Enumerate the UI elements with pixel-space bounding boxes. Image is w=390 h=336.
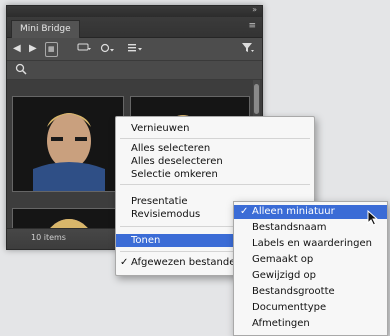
menu-item-deselect-all[interactable]: Alles deselecteren — [116, 155, 314, 168]
collapse-panel-button[interactable]: » — [252, 5, 257, 14]
sort-icon[interactable] — [127, 42, 143, 55]
submenu-item-thumbnail-only[interactable]: ✓ Alleen miniatuur — [234, 205, 387, 219]
tab-mini-bridge[interactable]: Mini Bridge — [11, 20, 80, 38]
submenu-item-document-type[interactable]: Documenttype — [234, 301, 387, 315]
menu-separator — [120, 184, 310, 185]
submenu-item-dimensions[interactable]: Afmetingen — [234, 317, 387, 331]
back-arrow-icon[interactable]: ◀ — [13, 42, 21, 55]
filter-funnel-icon[interactable] — [241, 42, 255, 55]
thumbnail-item[interactable] — [12, 96, 124, 192]
panel-toolbar: ◀ ▶ ▦ — [7, 38, 262, 61]
show-submenu: ✓ Alleen miniatuur Bestandsnaam Labels e… — [233, 201, 388, 336]
search-row — [7, 61, 262, 80]
scrollbar-thumb[interactable] — [254, 84, 259, 114]
panel-tab-bar: Mini Bridge ≡ — [7, 17, 262, 38]
menu-item-select-all[interactable]: Alles selecteren — [116, 142, 314, 155]
menu-separator — [120, 138, 310, 139]
checkmark-icon: ✓ — [240, 206, 249, 217]
menu-item-invert-selection[interactable]: Selectie omkeren — [116, 168, 314, 181]
menu-item-refresh[interactable]: Vernieuwen — [116, 122, 314, 135]
checkmark-icon: ✓ — [120, 257, 129, 268]
thumbnail-item[interactable] — [12, 208, 124, 230]
mouse-cursor-icon — [367, 210, 379, 226]
panel-top-strip: » — [7, 5, 262, 17]
folder-home-icon[interactable]: ▦ — [45, 42, 58, 57]
submenu-item-file-size[interactable]: Bestandsgrootte — [234, 285, 387, 299]
search-icon[interactable] — [15, 63, 29, 76]
tools-dropdown-icon[interactable] — [77, 42, 91, 55]
view-options-icon[interactable] — [99, 42, 115, 55]
submenu-item-date-created[interactable]: Gemaakt op — [234, 253, 387, 267]
item-count-label: 10 items — [31, 233, 66, 242]
submenu-item-filename[interactable]: Bestandsnaam — [234, 221, 387, 235]
submenu-item-labels-ratings[interactable]: Labels en waarderingen — [234, 237, 387, 251]
forward-arrow-icon[interactable]: ▶ — [29, 42, 37, 55]
submenu-item-date-modified[interactable]: Gewijzigd op — [234, 269, 387, 283]
panel-menu-icon[interactable]: ≡ — [248, 21, 256, 31]
